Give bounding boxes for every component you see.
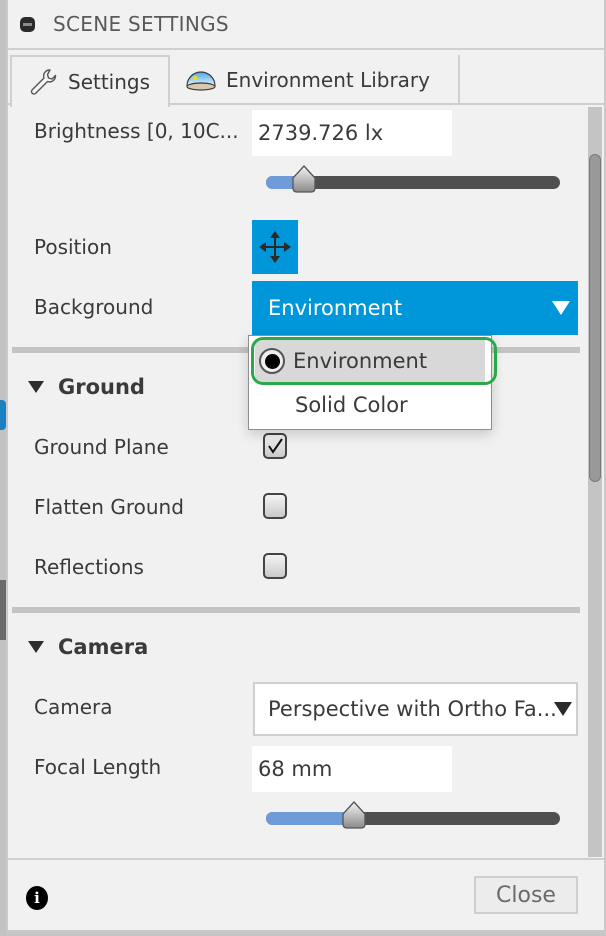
focal-length-slider[interactable] bbox=[266, 801, 560, 829]
menu-item-solid-color[interactable]: Solid Color bbox=[249, 384, 491, 426]
background-dropdown-menu: Environment Solid Color bbox=[248, 335, 492, 430]
flatten-ground-checkbox[interactable] bbox=[263, 493, 287, 519]
radio-selected-icon bbox=[259, 348, 285, 374]
tab-settings[interactable]: Settings bbox=[10, 55, 170, 107]
brightness-slider-thumb[interactable] bbox=[291, 165, 317, 193]
close-button[interactable]: Close bbox=[474, 876, 578, 914]
scrollbar-thumb[interactable] bbox=[589, 154, 601, 482]
ground-plane-label: Ground Plane bbox=[34, 435, 169, 459]
ground-section-title: Ground bbox=[58, 375, 145, 399]
collapse-icon[interactable] bbox=[20, 16, 35, 32]
menu-item-environment-label: Environment bbox=[293, 349, 428, 373]
position-button[interactable] bbox=[252, 220, 298, 274]
chevron-down-icon bbox=[554, 702, 572, 716]
tab-environment-library-label: Environment Library bbox=[226, 68, 430, 92]
background-select-value: Environment bbox=[268, 296, 403, 320]
scene-settings-panel: SCENE SETTINGS Settings Environment Libr… bbox=[6, 0, 606, 932]
flatten-ground-label: Flatten Ground bbox=[34, 495, 184, 519]
background-select[interactable]: Environment bbox=[252, 281, 578, 335]
reflections-label: Reflections bbox=[34, 555, 144, 579]
panel-footer: i Close bbox=[8, 858, 604, 930]
chevron-down-icon bbox=[552, 301, 570, 315]
wrench-icon bbox=[26, 67, 60, 97]
tab-environment-library[interactable]: Environment Library bbox=[170, 55, 460, 105]
focal-length-slider-thumb[interactable] bbox=[341, 801, 367, 829]
move-arrows-icon bbox=[259, 231, 291, 263]
checkmark-icon bbox=[268, 438, 283, 454]
ground-section-header[interactable]: Ground bbox=[28, 375, 145, 399]
camera-label: Camera bbox=[34, 695, 113, 719]
expand-triangle-icon bbox=[28, 381, 44, 393]
menu-item-environment[interactable]: Environment bbox=[255, 340, 485, 382]
reflections-checkbox[interactable] bbox=[263, 553, 287, 579]
info-icon[interactable]: i bbox=[26, 886, 48, 910]
tab-settings-label: Settings bbox=[68, 70, 151, 94]
position-label: Position bbox=[34, 235, 112, 259]
vertical-scrollbar[interactable] bbox=[588, 107, 602, 857]
camera-section-title: Camera bbox=[58, 635, 149, 659]
brightness-input[interactable]: 2739.726 lx bbox=[252, 110, 452, 156]
camera-select-value: Perspective with Ortho Fa... bbox=[268, 697, 557, 721]
environment-dome-icon bbox=[184, 65, 218, 95]
settings-content: Brightness [0, 10C... 2739.726 lx Positi… bbox=[8, 107, 584, 857]
panel-title: SCENE SETTINGS bbox=[53, 12, 229, 36]
menu-item-solid-color-label: Solid Color bbox=[295, 393, 408, 417]
expand-triangle-icon bbox=[28, 641, 44, 653]
brightness-label: Brightness [0, 10C... bbox=[34, 119, 239, 143]
camera-select[interactable]: Perspective with Ortho Fa... bbox=[253, 682, 578, 736]
tab-bar: Settings Environment Library bbox=[8, 53, 604, 107]
focal-length-label: Focal Length bbox=[34, 755, 162, 779]
camera-section-header[interactable]: Camera bbox=[28, 635, 148, 659]
ground-plane-checkbox[interactable] bbox=[263, 433, 287, 459]
panel-titlebar: SCENE SETTINGS bbox=[8, 0, 604, 50]
background-label: Background bbox=[34, 295, 154, 319]
brightness-slider[interactable] bbox=[266, 165, 560, 193]
section-divider bbox=[12, 607, 580, 613]
focal-length-input[interactable]: 68 mm bbox=[252, 746, 452, 792]
